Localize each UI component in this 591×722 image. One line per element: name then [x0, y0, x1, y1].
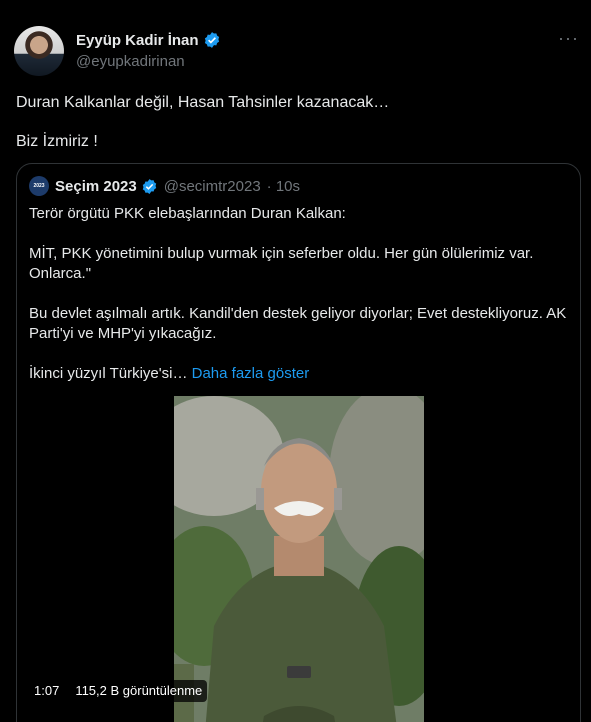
author-handle[interactable]: @eyupkadirinan	[76, 53, 221, 70]
quoted-last-paragraph: İkinci yüzyıl Türkiye'si… Daha fazla gös…	[29, 364, 569, 384]
tweet-text-line-1: Duran Kalkanlar değil, Hasan Tahsinler k…	[16, 94, 390, 111]
video-player[interactable]	[174, 396, 424, 722]
quoted-tweet-body: Terör örgütü PKK elebaşlarından Duran Ka…	[29, 204, 569, 404]
quoted-last-line: İkinci yüzyıl Türkiye'si…	[29, 365, 188, 382]
quoted-author-avatar[interactable]: 2023	[29, 176, 49, 196]
more-options-icon[interactable]: ···	[558, 28, 579, 48]
author-name[interactable]: Eyyüp Kadir İnan	[76, 32, 199, 49]
quoted-paragraph: Terör örgütü PKK elebaşlarından Duran Ka…	[29, 205, 346, 222]
tweet-text-line-2: Biz İzmiriz !	[16, 133, 98, 150]
video-view-count: 115,2 B görüntülenme	[70, 680, 208, 702]
video-overlay: 1:07 115,2 B görüntülenme	[29, 680, 208, 702]
quoted-tweet[interactable]: 2023 Seçim 2023 @secimtr2023 · 10s Terör…	[16, 163, 581, 722]
tweet: Eyyüp Kadir İnan @eyupkadirinan ··· Dura…	[0, 0, 591, 722]
quoted-timestamp[interactable]: · 10s	[267, 178, 300, 195]
author-avatar[interactable]	[14, 26, 64, 76]
author-name-row: Eyyüp Kadir İnan	[76, 30, 221, 50]
author-info: Eyyüp Kadir İnan @eyupkadirinan	[76, 30, 221, 70]
quoted-paragraph: MİT, PKK yönetimini bulup vurmak için se…	[29, 245, 534, 282]
verified-badge-icon[interactable]	[203, 31, 221, 49]
quoted-tweet-header: 2023 Seçim 2023 @secimtr2023 · 10s	[29, 176, 300, 196]
quoted-author-handle[interactable]: @secimtr2023	[164, 178, 261, 195]
quoted-paragraph: Bu devlet aşılmalı artık. Kandil'den des…	[29, 305, 567, 342]
video-thumbnail	[174, 396, 424, 722]
quoted-author-name[interactable]: Seçim 2023	[55, 178, 137, 195]
quoted-verified-badge-icon	[141, 178, 158, 195]
video-duration: 1:07	[29, 680, 65, 702]
show-more-link[interactable]: Daha fazla göster	[192, 365, 310, 382]
